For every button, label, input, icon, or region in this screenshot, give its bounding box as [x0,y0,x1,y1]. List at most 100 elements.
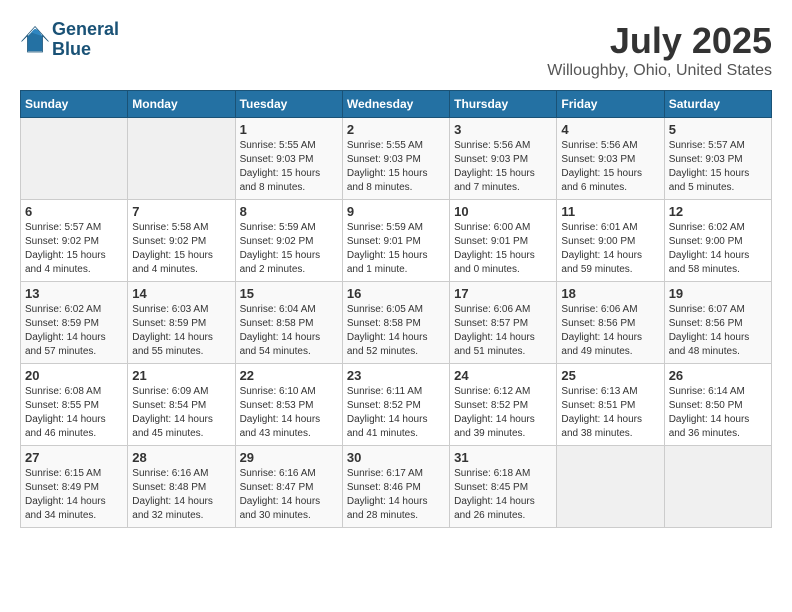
day-info: Sunrise: 5:57 AM Sunset: 9:03 PM Dayligh… [669,139,767,195]
day-number: 17 [454,286,552,301]
day-info: Sunrise: 6:07 AM Sunset: 8:56 PM Dayligh… [669,303,767,359]
calendar-table: SundayMondayTuesdayWednesdayThursdayFrid… [20,90,772,528]
weekday-header-saturday: Saturday [664,91,771,118]
day-info: Sunrise: 5:58 AM Sunset: 9:02 PM Dayligh… [132,221,230,277]
weekday-header-monday: Monday [128,91,235,118]
weekday-header-tuesday: Tuesday [235,91,342,118]
title-section: July 2025 Willoughby, Ohio, United State… [547,20,772,80]
weekday-header-wednesday: Wednesday [342,91,449,118]
day-number: 13 [25,286,123,301]
calendar-cell: 10 Sunrise: 6:00 AM Sunset: 9:01 PM Dayli… [450,200,557,282]
calendar-cell: 13 Sunrise: 6:02 AM Sunset: 8:59 PM Dayli… [21,282,128,364]
day-info: Sunrise: 6:04 AM Sunset: 8:58 PM Dayligh… [240,303,338,359]
calendar-title: July 2025 [547,20,772,62]
calendar-cell: 16Sunrise: 6:05 AM Sunset: 8:58 PM Dayli… [342,282,449,364]
calendar-cell: 20Sunrise: 6:08 AM Sunset: 8:55 PM Dayli… [21,364,128,446]
calendar-cell: 9 Sunrise: 5:59 AM Sunset: 9:01 PM Daylig… [342,200,449,282]
calendar-week-5: 27 Sunrise: 6:15 AM Sunset: 8:49 PM Dayli… [21,446,772,528]
day-info: Sunrise: 6:06 AM Sunset: 8:57 PM Dayligh… [454,303,552,359]
day-number: 28 [132,450,230,465]
calendar-cell: 5 Sunrise: 5:57 AM Sunset: 9:03 PM Daylig… [664,118,771,200]
day-info: Sunrise: 6:06 AM Sunset: 8:56 PM Dayligh… [561,303,659,359]
day-info: Sunrise: 5:56 AM Sunset: 9:03 PM Dayligh… [561,139,659,195]
day-number: 11 [561,204,659,219]
day-number: 10 [454,204,552,219]
calendar-cell [664,446,771,528]
day-number: 6 [25,204,123,219]
calendar-cell: 26Sunrise: 6:14 AM Sunset: 8:50 PM Dayli… [664,364,771,446]
day-info: Sunrise: 5:59 AM Sunset: 9:01 PM Dayligh… [347,221,445,277]
day-number: 25 [561,368,659,383]
day-number: 8 [240,204,338,219]
calendar-subtitle: Willoughby, Ohio, United States [547,62,772,80]
day-info: Sunrise: 5:55 AM Sunset: 9:03 PM Dayligh… [240,139,338,195]
logo-icon [20,25,50,55]
day-number: 2 [347,122,445,137]
day-number: 15 [240,286,338,301]
day-number: 29 [240,450,338,465]
calendar-cell: 23 Sunrise: 6:11 AM Sunset: 8:52 PM Dayli… [342,364,449,446]
day-number: 1 [240,122,338,137]
page-header: General Blue July 2025 Willoughby, Ohio,… [20,20,772,80]
day-number: 18 [561,286,659,301]
calendar-cell: 11 Sunrise: 6:01 AM Sunset: 9:00 PM Dayli… [557,200,664,282]
day-number: 24 [454,368,552,383]
weekday-header-thursday: Thursday [450,91,557,118]
calendar-cell: 29 Sunrise: 6:16 AM Sunset: 8:47 PM Dayli… [235,446,342,528]
weekday-header-row: SundayMondayTuesdayWednesdayThursdayFrid… [21,91,772,118]
calendar-week-4: 20Sunrise: 6:08 AM Sunset: 8:55 PM Dayli… [21,364,772,446]
calendar-week-2: 6 Sunrise: 5:57 AM Sunset: 9:02 PM Daylig… [21,200,772,282]
day-number: 12 [669,204,767,219]
day-info: Sunrise: 6:02 AM Sunset: 9:00 PM Dayligh… [669,221,767,277]
day-number: 19 [669,286,767,301]
day-number: 16 [347,286,445,301]
day-info: Sunrise: 6:12 AM Sunset: 8:52 PM Dayligh… [454,385,552,441]
day-info: Sunrise: 6:02 AM Sunset: 8:59 PM Dayligh… [25,303,123,359]
calendar-cell: 1 Sunrise: 5:55 AM Sunset: 9:03 PM Daylig… [235,118,342,200]
day-number: 5 [669,122,767,137]
day-info: Sunrise: 6:15 AM Sunset: 8:49 PM Dayligh… [25,467,123,523]
calendar-cell: 17 Sunrise: 6:06 AM Sunset: 8:57 PM Dayli… [450,282,557,364]
day-info: Sunrise: 5:56 AM Sunset: 9:03 PM Dayligh… [454,139,552,195]
calendar-cell: 25Sunrise: 6:13 AM Sunset: 8:51 PM Dayli… [557,364,664,446]
day-info: Sunrise: 6:14 AM Sunset: 8:50 PM Dayligh… [669,385,767,441]
calendar-week-3: 13 Sunrise: 6:02 AM Sunset: 8:59 PM Dayli… [21,282,772,364]
calendar-cell: 3 Sunrise: 5:56 AM Sunset: 9:03 PM Daylig… [450,118,557,200]
calendar-week-1: 1 Sunrise: 5:55 AM Sunset: 9:03 PM Daylig… [21,118,772,200]
day-number: 4 [561,122,659,137]
weekday-header-friday: Friday [557,91,664,118]
day-info: Sunrise: 6:16 AM Sunset: 8:47 PM Dayligh… [240,467,338,523]
calendar-cell: 24 Sunrise: 6:12 AM Sunset: 8:52 PM Dayli… [450,364,557,446]
day-info: Sunrise: 6:00 AM Sunset: 9:01 PM Dayligh… [454,221,552,277]
day-info: Sunrise: 6:01 AM Sunset: 9:00 PM Dayligh… [561,221,659,277]
calendar-cell: 21 Sunrise: 6:09 AM Sunset: 8:54 PM Dayli… [128,364,235,446]
calendar-cell: 14 Sunrise: 6:03 AM Sunset: 8:59 PM Dayli… [128,282,235,364]
day-info: Sunrise: 6:18 AM Sunset: 8:45 PM Dayligh… [454,467,552,523]
calendar-cell: 2 Sunrise: 5:55 AM Sunset: 9:03 PM Daylig… [342,118,449,200]
weekday-header-sunday: Sunday [21,91,128,118]
day-number: 21 [132,368,230,383]
day-number: 22 [240,368,338,383]
logo-text: General Blue [52,20,119,60]
day-info: Sunrise: 6:09 AM Sunset: 8:54 PM Dayligh… [132,385,230,441]
day-info: Sunrise: 5:55 AM Sunset: 9:03 PM Dayligh… [347,139,445,195]
day-number: 27 [25,450,123,465]
day-info: Sunrise: 6:11 AM Sunset: 8:52 PM Dayligh… [347,385,445,441]
calendar-cell [21,118,128,200]
day-number: 31 [454,450,552,465]
day-number: 9 [347,204,445,219]
day-info: Sunrise: 6:03 AM Sunset: 8:59 PM Dayligh… [132,303,230,359]
day-number: 14 [132,286,230,301]
calendar-cell: 22 Sunrise: 6:10 AM Sunset: 8:53 PM Dayli… [235,364,342,446]
day-number: 23 [347,368,445,383]
day-info: Sunrise: 6:17 AM Sunset: 8:46 PM Dayligh… [347,467,445,523]
day-info: Sunrise: 6:10 AM Sunset: 8:53 PM Dayligh… [240,385,338,441]
day-info: Sunrise: 5:57 AM Sunset: 9:02 PM Dayligh… [25,221,123,277]
day-number: 30 [347,450,445,465]
day-info: Sunrise: 5:59 AM Sunset: 9:02 PM Dayligh… [240,221,338,277]
calendar-cell: 12 Sunrise: 6:02 AM Sunset: 9:00 PM Dayli… [664,200,771,282]
day-number: 3 [454,122,552,137]
calendar-cell: 19 Sunrise: 6:07 AM Sunset: 8:56 PM Dayli… [664,282,771,364]
calendar-cell: 6 Sunrise: 5:57 AM Sunset: 9:02 PM Daylig… [21,200,128,282]
day-info: Sunrise: 6:08 AM Sunset: 8:55 PM Dayligh… [25,385,123,441]
